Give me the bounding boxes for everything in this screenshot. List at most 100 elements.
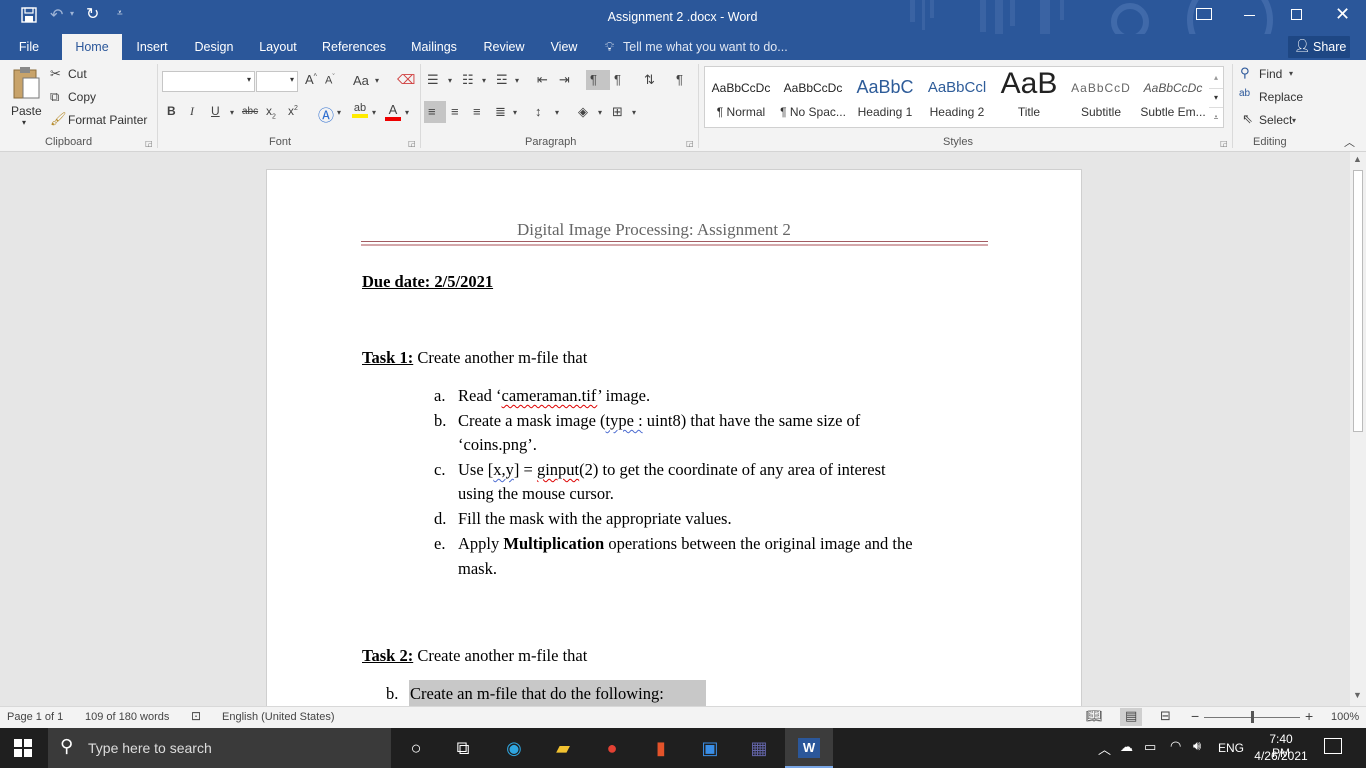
file-explorer-icon[interactable]: ▰ — [543, 732, 583, 764]
tab-insert[interactable]: Insert — [130, 34, 174, 60]
tab-home[interactable]: Home — [62, 34, 122, 60]
copy-button[interactable]: Copy — [68, 90, 96, 104]
style-subtitle[interactable]: AaBbCcD Subtitle — [1065, 67, 1137, 127]
increase-indent-icon[interactable]: ⇥ — [559, 72, 570, 88]
zoom-slider[interactable] — [1204, 711, 1300, 723]
read-mode-icon[interactable]: 📖︎ — [1086, 708, 1103, 724]
proofing-icon[interactable]: ⊡ — [191, 709, 201, 723]
onedrive-icon[interactable]: ☁ — [1120, 739, 1133, 755]
style-no-spacing[interactable]: AaBbCcDc ¶ No Spac... — [777, 67, 849, 127]
tab-file[interactable]: File — [8, 34, 50, 60]
scroll-down-icon[interactable]: ▼ — [1353, 690, 1362, 700]
shading-icon[interactable]: ◈ — [578, 104, 588, 120]
word-count[interactable]: 109 of 180 words — [85, 711, 169, 723]
style-heading-1[interactable]: AaBbC Heading 1 — [849, 67, 921, 127]
teams-icon[interactable]: ▦ — [739, 732, 779, 764]
font-size-combo[interactable]: ▾ — [256, 71, 298, 92]
styles-more-icon[interactable]: ⩡ — [1209, 107, 1223, 127]
taskbar-search-box[interactable]: ⚲ Type here to search — [48, 728, 391, 768]
cut-button[interactable]: Cut — [68, 67, 87, 81]
text-effects-icon[interactable]: Ⓐ — [318, 102, 334, 126]
select-button[interactable]: Select — [1259, 113, 1292, 127]
zoom-out-icon[interactable]: − — [1191, 708, 1199, 724]
clipboard-dialog-launcher-icon[interactable]: ◲ — [145, 139, 153, 148]
styles-scroll-down-icon[interactable]: ▾ — [1209, 88, 1223, 106]
notifications-icon[interactable] — [1324, 738, 1342, 754]
bullets-icon[interactable]: ☰ — [427, 72, 439, 88]
customize-quick-access-icon[interactable]: ⩡ — [117, 8, 123, 19]
tab-references[interactable]: References — [318, 34, 390, 60]
cortana-icon[interactable]: ○ — [396, 732, 436, 764]
borders-icon[interactable]: ⊞ — [612, 104, 623, 120]
strikethrough-button[interactable]: abc — [242, 106, 258, 117]
task-view-icon[interactable]: ⧉ — [443, 732, 483, 764]
decrease-indent-icon[interactable]: ⇤ — [537, 72, 548, 88]
styles-scroll-up-icon[interactable]: ▴ — [1209, 69, 1223, 87]
spelling-flag[interactable]: ginput — [537, 460, 579, 479]
find-button[interactable]: Find — [1259, 67, 1282, 81]
document-page[interactable]: Digital Image Processing: Assignment 2 D… — [266, 169, 1082, 706]
paragraph-dialog-launcher-icon[interactable]: ◲ — [686, 139, 694, 148]
list-item[interactable]: Create an m-file that do the following: — [410, 684, 664, 704]
redo-icon[interactable]: ↻ — [86, 4, 99, 24]
multilevel-list-icon[interactable]: ☲ — [496, 72, 508, 88]
zoom-in-icon[interactable]: + — [1305, 708, 1313, 724]
show-formatting-marks-icon[interactable]: ¶ — [676, 72, 683, 87]
subscript-button[interactable]: x2 — [266, 104, 276, 120]
font-name-combo[interactable]: ▾ — [162, 71, 255, 92]
align-center-icon[interactable]: ≡ — [451, 104, 459, 119]
grammar-flag[interactable]: x,y — [493, 460, 514, 479]
collapse-ribbon-icon[interactable]: ︿ — [1344, 134, 1355, 150]
restore-button[interactable] — [1291, 9, 1302, 20]
clear-formatting-icon[interactable]: ⌫ — [397, 72, 415, 88]
scroll-up-icon[interactable]: ▲ — [1353, 154, 1362, 164]
input-language[interactable]: ENG — [1218, 741, 1244, 755]
styles-dialog-launcher-icon[interactable]: ◲ — [1220, 139, 1228, 148]
undo-dropdown-icon[interactable]: ▾ — [70, 9, 74, 18]
tab-mailings[interactable]: Mailings — [404, 34, 464, 60]
bold-button[interactable]: B — [167, 104, 176, 118]
store-icon[interactable]: ▣ — [690, 732, 730, 764]
tab-view[interactable]: View — [544, 34, 584, 60]
close-button[interactable]: ✕ — [1335, 4, 1350, 25]
paste-button[interactable]: Paste ▾ — [8, 64, 44, 130]
clock-date[interactable]: 4/26/2021 — [1252, 749, 1310, 763]
sort-icon[interactable]: ⇅ — [644, 72, 655, 88]
format-painter-button[interactable]: Format Painter — [68, 113, 147, 127]
minimize-button[interactable] — [1244, 15, 1255, 16]
spelling-flag[interactable]: cameraman.tif — [502, 386, 598, 405]
show-hidden-icons-icon[interactable]: ︿ — [1098, 739, 1111, 758]
justify-icon[interactable]: ≣ — [495, 104, 506, 120]
save-icon[interactable] — [20, 6, 38, 24]
language-indicator[interactable]: English (United States) — [222, 711, 335, 723]
italic-button[interactable]: I — [190, 104, 194, 119]
chrome-icon[interactable]: ● — [592, 732, 632, 764]
rtl-icon[interactable]: ¶ — [614, 72, 621, 87]
battery-icon[interactable]: ▭ — [1144, 739, 1156, 755]
font-color-icon[interactable]: A — [385, 102, 401, 121]
tab-layout[interactable]: Layout — [252, 34, 304, 60]
style-normal[interactable]: AaBbCcDc ¶ Normal — [705, 67, 777, 127]
grammar-flag[interactable]: type : — [606, 411, 643, 430]
change-case-button[interactable]: Aa — [353, 73, 369, 88]
font-dialog-launcher-icon[interactable]: ◲ — [408, 139, 416, 148]
tell-me-box[interactable]: Tell me what you want to do... — [623, 40, 788, 54]
tab-design[interactable]: Design — [188, 34, 240, 60]
superscript-button[interactable]: x2 — [288, 104, 298, 118]
numbering-icon[interactable]: ☷ — [462, 72, 474, 88]
style-heading-2[interactable]: AaBbCcl Heading 2 — [921, 67, 993, 127]
web-layout-icon[interactable]: ⊟ — [1160, 708, 1171, 724]
underline-button[interactable]: U — [211, 104, 220, 118]
share-button[interactable]: 👤︎ Share — [1288, 36, 1350, 58]
zoom-slider-thumb[interactable] — [1250, 711, 1254, 723]
highlight-color-icon[interactable]: ab — [352, 102, 368, 118]
line-spacing-icon[interactable]: ↕ — [535, 104, 542, 119]
page-count[interactable]: Page 1 of 1 — [7, 711, 63, 723]
style-subtle-emphasis[interactable]: AaBbCcDc Subtle Em... — [1137, 67, 1209, 127]
wifi-icon[interactable]: ◠ — [1170, 738, 1181, 754]
undo-icon[interactable]: ↶ — [50, 5, 63, 25]
scroll-thumb[interactable] — [1353, 170, 1363, 432]
zoom-level[interactable]: 100% — [1331, 711, 1359, 723]
edge-icon[interactable]: ◉ — [494, 732, 534, 764]
shrink-font-icon[interactable]: Aˇ — [325, 74, 335, 87]
